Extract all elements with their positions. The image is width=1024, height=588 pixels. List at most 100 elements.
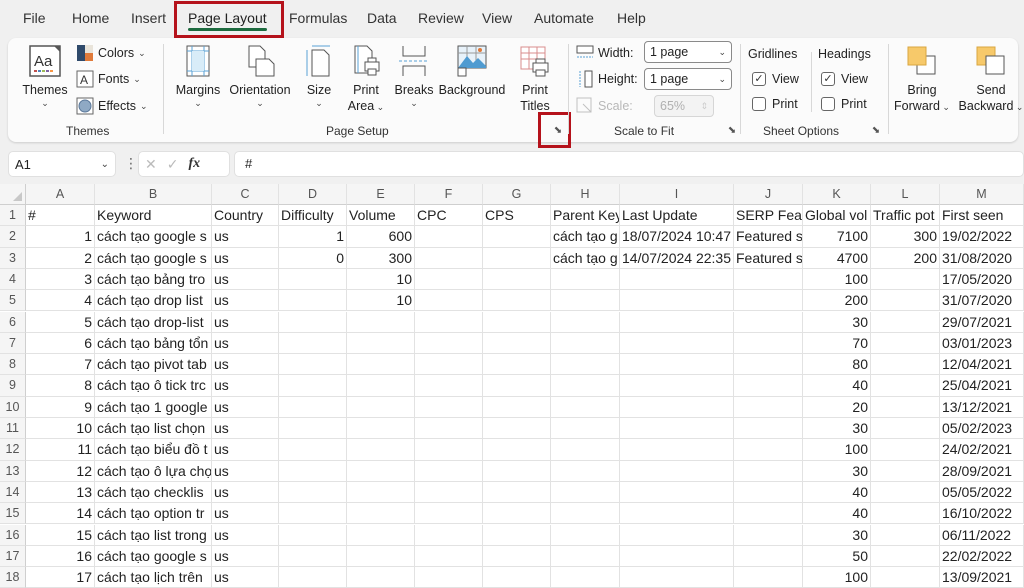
table-cell[interactable]	[551, 439, 620, 461]
table-cell[interactable]	[279, 332, 347, 355]
table-cell[interactable]	[871, 524, 940, 546]
table-cell[interactable]	[415, 545, 483, 568]
table-cell[interactable]	[347, 460, 415, 482]
table-cell[interactable]	[620, 375, 734, 397]
print-titles-button[interactable]: Print Titles	[514, 44, 556, 114]
table-cell[interactable]	[871, 439, 940, 461]
table-cell[interactable]: cách tạo g	[551, 247, 620, 269]
table-cell[interactable]	[734, 503, 803, 525]
table-cell[interactable]: 200	[871, 247, 940, 269]
table-cell[interactable]	[620, 460, 734, 482]
table-cell[interactable]	[415, 226, 483, 248]
table-cell[interactable]: 25/04/2021	[940, 375, 1024, 397]
row-header[interactable]: 14	[0, 481, 26, 504]
row-header[interactable]: 17	[0, 545, 26, 568]
table-cell[interactable]	[871, 418, 940, 440]
table-cell[interactable]: us	[212, 418, 279, 440]
table-cell[interactable]: us	[212, 375, 279, 397]
table-cell[interactable]: 3	[26, 268, 95, 291]
table-cell[interactable]	[279, 418, 347, 440]
table-cell[interactable]	[279, 375, 347, 397]
bring-forward-button[interactable]: Bring Forward ⌄	[892, 44, 952, 115]
column-header-k[interactable]: K	[803, 184, 871, 205]
table-cell[interactable]: 22/02/2022	[940, 545, 1024, 568]
table-cell[interactable]: 300	[347, 247, 415, 269]
table-cell[interactable]: cách tạo list trong	[95, 524, 212, 546]
table-cell[interactable]: 17	[26, 567, 95, 588]
table-cell[interactable]: cách tạo drop-list	[95, 311, 212, 333]
table-cell[interactable]	[279, 460, 347, 482]
table-cell[interactable]	[734, 354, 803, 376]
column-header-d[interactable]: D	[279, 184, 347, 205]
table-cell[interactable]: 19/02/2022	[940, 226, 1024, 248]
row-header[interactable]: 13	[0, 460, 26, 482]
table-cell[interactable]	[415, 418, 483, 440]
size-button[interactable]: Size ⌄	[300, 44, 338, 108]
table-cell[interactable]	[415, 524, 483, 546]
table-cell[interactable]: 13/12/2021	[940, 396, 1024, 418]
table-cell[interactable]: 18/07/2024 10:47	[620, 226, 734, 248]
table-cell[interactable]	[620, 311, 734, 333]
table-cell[interactable]	[347, 332, 415, 355]
table-cell[interactable]	[415, 460, 483, 482]
row-header[interactable]: 4	[0, 268, 26, 291]
table-cell[interactable]	[483, 311, 551, 333]
table-cell[interactable]	[483, 503, 551, 525]
column-header-h[interactable]: H	[551, 184, 620, 205]
table-cell[interactable]	[620, 290, 734, 312]
table-cell[interactable]	[551, 311, 620, 333]
table-cell[interactable]	[551, 524, 620, 546]
table-cell[interactable]	[871, 268, 940, 291]
row-header[interactable]: 2	[0, 226, 26, 248]
table-cell[interactable]	[620, 418, 734, 440]
tab-formulas[interactable]: Formulas	[289, 10, 347, 26]
table-cell[interactable]: us	[212, 503, 279, 525]
table-cell[interactable]	[734, 396, 803, 418]
table-cell[interactable]	[483, 545, 551, 568]
tab-automate[interactable]: Automate	[534, 10, 594, 26]
table-cell[interactable]: Featured s	[734, 247, 803, 269]
table-cell[interactable]	[347, 396, 415, 418]
table-cell[interactable]	[483, 396, 551, 418]
table-cell[interactable]: 30	[803, 524, 871, 546]
table-cell[interactable]	[279, 354, 347, 376]
table-cell[interactable]	[620, 503, 734, 525]
table-cell[interactable]	[279, 503, 347, 525]
table-cell[interactable]: us	[212, 354, 279, 376]
table-cell[interactable]	[871, 460, 940, 482]
table-cell[interactable]: 14	[26, 503, 95, 525]
table-cell[interactable]	[279, 524, 347, 546]
table-cell[interactable]: 12/04/2021	[940, 354, 1024, 376]
table-cell[interactable]: cách tạo lịch trên	[95, 567, 212, 588]
table-cell[interactable]: us	[212, 396, 279, 418]
header-cell[interactable]: Traffic pot	[871, 205, 940, 227]
table-cell[interactable]: 4700	[803, 247, 871, 269]
table-cell[interactable]	[483, 332, 551, 355]
table-cell[interactable]	[483, 290, 551, 312]
tab-review[interactable]: Review	[418, 10, 464, 26]
table-cell[interactable]: 16/10/2022	[940, 503, 1024, 525]
table-cell[interactable]	[347, 418, 415, 440]
row-header[interactable]: 15	[0, 503, 26, 525]
table-cell[interactable]	[483, 247, 551, 269]
table-cell[interactable]: us	[212, 226, 279, 248]
table-cell[interactable]: 20	[803, 396, 871, 418]
tab-insert[interactable]: Insert	[131, 10, 166, 26]
table-cell[interactable]: 6	[26, 332, 95, 355]
table-cell[interactable]: 40	[803, 503, 871, 525]
scale-to-fit-dialog-launcher-icon[interactable]: ⬊	[726, 125, 738, 137]
table-cell[interactable]	[620, 524, 734, 546]
header-cell[interactable]: Difficulty	[279, 205, 347, 227]
table-cell[interactable]	[483, 418, 551, 440]
table-cell[interactable]: 06/11/2022	[940, 524, 1024, 546]
table-cell[interactable]	[347, 311, 415, 333]
table-cell[interactable]	[734, 524, 803, 546]
table-cell[interactable]	[551, 375, 620, 397]
table-cell[interactable]: us	[212, 545, 279, 568]
row-header[interactable]: 7	[0, 332, 26, 355]
table-cell[interactable]: 2	[26, 247, 95, 269]
table-cell[interactable]: 0	[279, 247, 347, 269]
table-cell[interactable]	[551, 503, 620, 525]
table-cell[interactable]: cách tạo pivot tab	[95, 354, 212, 376]
table-cell[interactable]	[620, 567, 734, 588]
